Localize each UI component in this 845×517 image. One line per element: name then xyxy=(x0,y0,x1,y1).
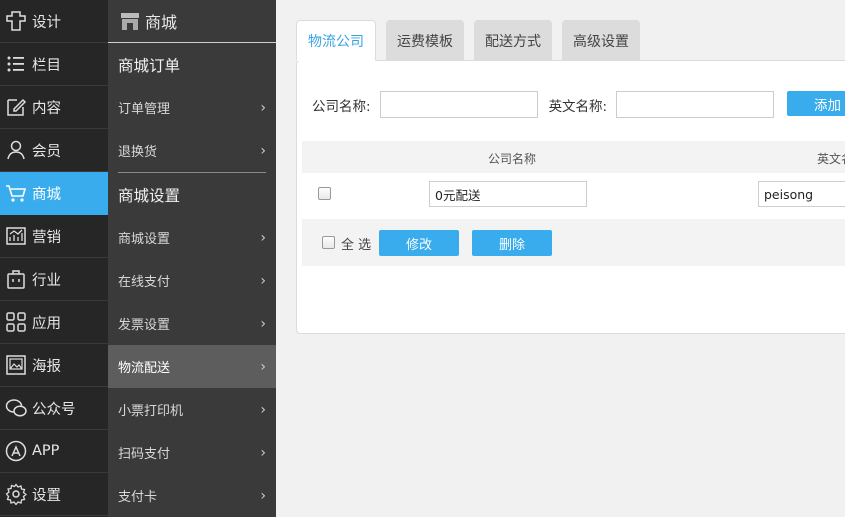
chevron-right-icon: › xyxy=(260,401,266,418)
section-orders: 商城订单 xyxy=(118,56,181,75)
user-icon xyxy=(7,140,25,160)
select-all-label: 全 选 xyxy=(341,238,372,253)
nav-wechat[interactable]: 公众号 xyxy=(0,387,108,430)
nav2-order-management-label: 订单管理 xyxy=(118,102,171,117)
nav-poster[interactable]: 海报 xyxy=(0,344,108,387)
nav-mall[interactable]: 商城 xyxy=(0,172,108,215)
column-header-company: 公司名称 xyxy=(488,152,537,166)
nav-apps[interactable]: 应用 xyxy=(0,301,108,344)
nav-settings[interactable]: 设置 xyxy=(0,473,108,516)
store-icon xyxy=(121,13,139,30)
chevron-right-icon: › xyxy=(260,444,266,461)
secondary-nav-header: 商城 xyxy=(108,0,276,43)
nav-design-label: 设计 xyxy=(32,14,61,31)
nav2-online-payment[interactable]: 在线支付 › xyxy=(108,259,276,302)
edit-icon xyxy=(7,98,27,116)
tab-advanced-settings[interactable]: 高级设置 xyxy=(562,20,640,61)
nav-settings-label: 设置 xyxy=(32,487,61,504)
app-store-icon xyxy=(5,440,27,462)
nav2-payment-card-label: 支付卡 xyxy=(118,490,158,505)
main-content: 物流公司 运费模板 配送方式 高级设置 公司名称: 英文名称: 添加 公司名称 … xyxy=(276,0,845,517)
chevron-right-icon: › xyxy=(260,315,266,332)
chevron-right-icon: › xyxy=(260,229,266,246)
row-company-input[interactable]: 0元配送 xyxy=(429,181,587,207)
tab-delivery-method[interactable]: 配送方式 xyxy=(474,20,552,61)
nav-apps-label: 应用 xyxy=(32,315,61,332)
nav2-returns-label: 退换货 xyxy=(118,145,158,160)
nav-members[interactable]: 会员 xyxy=(0,129,108,172)
design-icon xyxy=(6,11,26,31)
nav-content-label: 内容 xyxy=(32,100,61,117)
chart-icon xyxy=(6,227,26,245)
nav2-qr-payment-label: 扫码支付 xyxy=(118,447,171,462)
row-checkbox[interactable] xyxy=(318,187,331,200)
chevron-right-icon: › xyxy=(260,142,266,159)
nav-marketing-label: 营销 xyxy=(32,229,61,246)
nav-industry-label: 行业 xyxy=(32,272,61,289)
english-name-input[interactable] xyxy=(616,91,775,118)
secondary-nav-title: 商城 xyxy=(145,13,178,32)
add-button[interactable]: 添加 xyxy=(787,91,845,116)
list-icon xyxy=(7,56,24,72)
chevron-right-icon: › xyxy=(260,272,266,289)
select-all-checkbox[interactable] xyxy=(322,236,335,249)
chevron-right-icon: › xyxy=(260,99,266,116)
delete-button[interactable]: 删除 xyxy=(472,230,552,256)
wechat-icon xyxy=(5,399,27,417)
nav2-invoice-settings-label: 发票设置 xyxy=(118,318,171,333)
secondary-nav: 商城 商城订单 订单管理 › 退换货 › 商城设置 商城设置 › 在线支付 › … xyxy=(108,0,276,517)
tab-logistics-company[interactable]: 物流公司 xyxy=(296,20,376,61)
briefcase-icon xyxy=(7,270,25,289)
column-header-english: 英文名 xyxy=(817,152,845,166)
row-english-input[interactable]: peisong xyxy=(758,181,845,207)
edit-button[interactable]: 修改 xyxy=(379,230,459,256)
poster-icon xyxy=(6,355,26,375)
nav2-returns[interactable]: 退换货 › xyxy=(108,129,276,172)
chevron-right-icon: › xyxy=(260,487,266,504)
english-name-label: 英文名称: xyxy=(548,98,608,115)
cart-icon xyxy=(6,185,27,202)
nav2-mall-settings-label: 商城设置 xyxy=(118,232,171,247)
company-name-input[interactable] xyxy=(379,91,538,118)
nav-marketing[interactable]: 营销 xyxy=(0,215,108,258)
nav-app-label: APP xyxy=(32,443,60,459)
nav-columns-label: 栏目 xyxy=(32,57,61,74)
nav-content[interactable]: 内容 xyxy=(0,86,108,129)
nav-wechat-label: 公众号 xyxy=(32,401,76,418)
nav2-logistics[interactable]: 物流配送 › xyxy=(108,345,276,388)
tab-bar: 物流公司 运费模板 配送方式 高级设置 xyxy=(296,20,650,61)
nav-design[interactable]: 设计 xyxy=(0,0,108,43)
apps-icon xyxy=(6,312,26,332)
nav2-receipt-printer-label: 小票打印机 xyxy=(118,404,184,419)
nav2-receipt-printer[interactable]: 小票打印机 › xyxy=(108,388,276,431)
gear-icon xyxy=(5,483,27,505)
nav-app[interactable]: APP xyxy=(0,430,108,473)
nav-industry[interactable]: 行业 xyxy=(0,258,108,301)
nav2-online-payment-label: 在线支付 xyxy=(118,275,171,290)
table-row: 0元配送 peisong xyxy=(302,173,845,218)
nav2-order-management[interactable]: 订单管理 › xyxy=(108,86,276,129)
nav-mall-label: 商城 xyxy=(32,186,61,203)
nav2-qr-payment[interactable]: 扫码支付 › xyxy=(108,431,276,474)
nav2-mall-settings[interactable]: 商城设置 › xyxy=(108,216,276,259)
add-company-form: 公司名称: 英文名称: xyxy=(312,91,775,118)
nav-members-label: 会员 xyxy=(32,143,61,160)
nav2-payment-card[interactable]: 支付卡 › xyxy=(108,474,276,517)
nav2-invoice-settings[interactable]: 发票设置 › xyxy=(108,302,276,345)
company-name-label: 公司名称: xyxy=(312,98,371,115)
tab-shipping-template[interactable]: 运费模板 xyxy=(386,20,464,61)
nav-columns[interactable]: 栏目 xyxy=(0,43,108,86)
table-header: 公司名称 英文名 xyxy=(302,141,845,173)
nav-poster-label: 海报 xyxy=(32,358,61,375)
nav2-logistics-label: 物流配送 xyxy=(118,361,171,376)
chevron-right-icon: › xyxy=(260,358,266,375)
section-mall-settings: 商城设置 xyxy=(118,186,181,205)
primary-nav: 设计 栏目 内容 会员 商城 营销 行业 应用 海报 公众号 APP 设置 xyxy=(0,0,108,517)
table-footer: 全 选 修改 删除 xyxy=(302,219,845,266)
